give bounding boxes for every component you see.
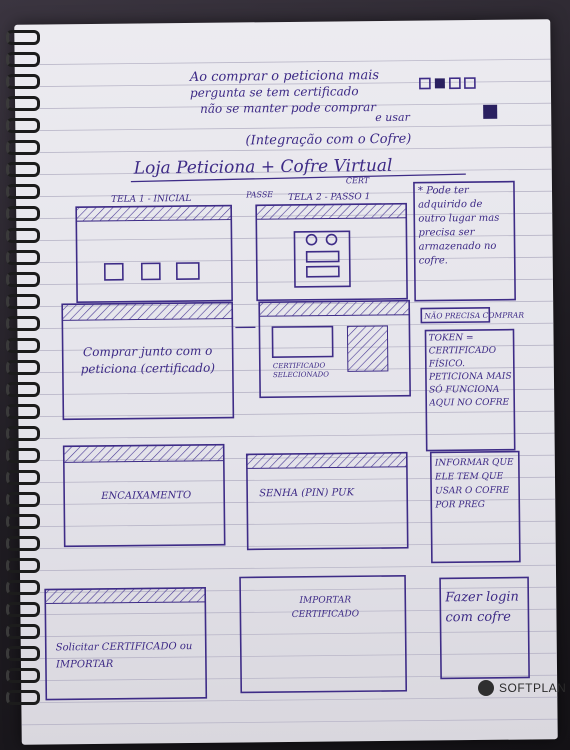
ruled-line — [17, 322, 554, 330]
spiral-ring — [6, 470, 40, 485]
screen-7: Solicitar CERTIFICADO ou IMPORTAR — [44, 587, 208, 701]
header-note-4: e usar — [375, 111, 410, 124]
side-note-login: Fazer login com cofre — [439, 576, 530, 680]
notebook-page: Ao comprar o peticiona mais pergunta se … — [14, 19, 558, 745]
side-note-5-text: Fazer login com cofre — [445, 589, 519, 626]
brand-name: SOFTPLAN — [499, 681, 567, 695]
screen-6: SENHA (PIN) PUK — [245, 451, 409, 551]
spiral-ring — [6, 514, 40, 529]
spiral-ring — [6, 360, 40, 375]
spiral-ring — [6, 250, 40, 265]
header-note-1: Ao comprar o peticiona mais — [189, 68, 380, 85]
spiral-ring — [6, 294, 40, 309]
side-note-1: * Pode ter adquirido de outro lugar mas … — [413, 180, 516, 302]
spiral-ring — [6, 492, 40, 507]
side-note-token: TOKEN = CERTIFICADO FÍSICO. PETICIONA MA… — [424, 328, 516, 452]
spiral-ring — [6, 382, 40, 397]
side-note-3-text: TOKEN = CERTIFICADO FÍSICO. PETICIONA MA… — [428, 333, 512, 409]
spiral-ring — [6, 30, 40, 45]
spiral-ring — [6, 536, 40, 551]
spiral-ring — [6, 602, 40, 617]
spiral-ring — [6, 74, 40, 89]
spiral-ring — [6, 624, 40, 639]
spiral-ring — [6, 316, 40, 331]
ruled-line — [14, 58, 551, 66]
softplan-logo-icon — [478, 680, 494, 696]
spiral-ring — [6, 272, 40, 287]
side-note-2: NÃO PRECISA COMPRAR — [423, 311, 524, 321]
screen-1: TELA 1 - INICIAL — [75, 194, 233, 303]
small-label-cert: CERT — [346, 176, 370, 185]
spiral-ring — [6, 140, 40, 155]
screen-4: CERTIFICADO SELECIONADO — [258, 299, 411, 399]
ruled-line — [15, 124, 552, 132]
spiral-ring — [6, 690, 40, 705]
screen-1-label: TELA 1 - INICIAL — [111, 194, 191, 205]
spiral-ring — [6, 228, 40, 243]
spiral-ring — [6, 118, 40, 133]
sketch-drawing: Ao comprar o peticiona mais pergunta se … — [14, 58, 558, 726]
photo-scene: Ao comprar o peticiona mais pergunta se … — [0, 0, 570, 750]
spiral-ring — [6, 184, 40, 199]
screen-3-caption: Comprar junto com o peticiona (certifica… — [80, 343, 216, 377]
spiral-ring — [6, 52, 40, 67]
small-label-passe: PASSE — [245, 190, 273, 199]
screen-5: ENCAIXAMENTO — [62, 443, 226, 548]
side-note-informar: INFORMAR QUE ELE TEM QUE USAR O COFRE PO… — [429, 450, 521, 564]
screen-2-label: TELA 2 - PASSO 1 — [288, 192, 370, 203]
ruled-line — [15, 146, 552, 154]
spiral-ring — [6, 206, 40, 221]
spiral-ring — [6, 96, 40, 111]
ruled-line — [21, 718, 558, 726]
sketch-title: Loja Peticiona + Cofre Virtual — [133, 156, 393, 179]
spiral-ring — [6, 404, 40, 419]
notebook-spiral — [0, 30, 40, 730]
spiral-ring — [6, 448, 40, 463]
screen-6-caption: SENHA (PIN) PUK — [259, 487, 355, 500]
screen-5-caption: ENCAIXAMENTO — [100, 490, 191, 502]
softplan-logo: SOFTPLAN — [478, 680, 566, 696]
ruled-line — [21, 696, 558, 704]
header-note-2: pergunta se tem certificado — [190, 84, 359, 100]
side-note-1-text: * Pode ter adquirido de outro lugar mas … — [417, 185, 500, 267]
header-note-3: não se manter pode comprar — [200, 100, 377, 116]
screen-7-caption: Solicitar CERTIFICADO ou IMPORTAR — [55, 640, 193, 671]
spiral-ring — [6, 558, 40, 573]
side-note-4-text: INFORMAR QUE ELE TEM QUE USAR O COFRE PO… — [434, 457, 514, 511]
spiral-ring — [6, 162, 40, 177]
spiral-ring — [6, 426, 40, 441]
header-subtitle: (Integração com o Cofre) — [245, 132, 411, 149]
screen-4-caption: CERTIFICADO SELECIONADO — [272, 361, 330, 380]
ruled-line — [19, 564, 556, 572]
spiral-ring — [6, 668, 40, 683]
screen-8-caption: IMPORTAR CERTIFICADO — [291, 595, 360, 620]
spiral-ring — [6, 646, 40, 661]
screen-3: Comprar junto com o peticiona (certifica… — [61, 301, 235, 421]
spiral-ring — [6, 338, 40, 353]
spiral-ring — [6, 580, 40, 595]
